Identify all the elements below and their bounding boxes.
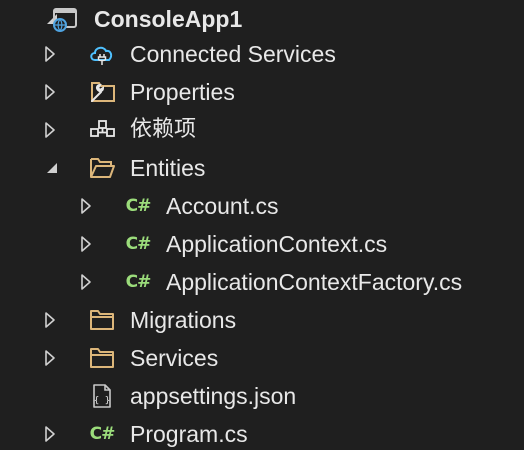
expand-arrow-icon[interactable]	[40, 82, 60, 102]
expand-arrow-icon[interactable]	[40, 310, 60, 330]
expand-arrow-icon[interactable]	[76, 196, 96, 216]
collapse-arrow-icon[interactable]	[42, 158, 62, 178]
svg-text:{ }: { }	[94, 396, 110, 406]
program-label: Program.cs	[130, 421, 248, 447]
csharp-file-icon: C#	[89, 424, 116, 444]
csharp-file-icon: C#	[125, 234, 152, 254]
tree-item-services[interactable]: Services	[0, 339, 524, 377]
json-file-icon: { }	[88, 383, 116, 409]
expand-arrow-icon[interactable]	[76, 234, 96, 254]
csharp-file-icon: C#	[125, 272, 152, 292]
tree-item-program-cs[interactable]: C# Program.cs	[0, 415, 524, 450]
solution-explorer-tree: ConsoleApp1 Connected Services Propertie…	[0, 0, 524, 450]
project-name: ConsoleApp1	[94, 6, 243, 32]
expand-arrow-icon[interactable]	[40, 348, 60, 368]
connected-services-icon	[88, 41, 116, 67]
expand-arrow-icon[interactable]	[40, 120, 60, 140]
folder-open-icon	[88, 155, 116, 181]
appsettings-label: appsettings.json	[130, 383, 297, 409]
csharp-file-icon: C#	[125, 196, 152, 216]
migrations-label: Migrations	[130, 307, 237, 333]
entities-label: Entities	[130, 155, 206, 181]
tree-item-applicationcontext-cs[interactable]: C# ApplicationContext.cs	[0, 225, 524, 263]
file-label: ApplicationContextFactory.cs	[166, 269, 463, 295]
tree-item-properties[interactable]: Properties	[0, 73, 524, 111]
expand-arrow-icon[interactable]	[40, 424, 60, 444]
tree-item-connected-services[interactable]: Connected Services	[0, 35, 524, 73]
tree-item-dependencies[interactable]: 依赖项	[0, 111, 524, 149]
services-label: Services	[130, 345, 219, 371]
properties-folder-icon	[88, 79, 116, 105]
dependencies-icon	[88, 117, 116, 143]
expand-arrow-icon[interactable]	[76, 272, 96, 292]
file-label: ApplicationContext.cs	[166, 231, 388, 257]
tree-item-applicationcontextfactory-cs[interactable]: C# ApplicationContextFactory.cs	[0, 263, 524, 301]
file-label: Account.cs	[166, 193, 279, 219]
tree-item-project[interactable]: ConsoleApp1	[0, 0, 524, 38]
tree-item-appsettings-json[interactable]: { } appsettings.json	[0, 377, 524, 415]
properties-label: Properties	[130, 79, 235, 105]
tree-item-migrations[interactable]: Migrations	[0, 301, 524, 339]
folder-icon	[88, 345, 116, 371]
tree-item-entities[interactable]: Entities	[0, 149, 524, 187]
connected-services-label: Connected Services	[130, 41, 336, 67]
csharp-project-icon	[52, 6, 80, 32]
tree-item-account-cs[interactable]: C# Account.cs	[0, 187, 524, 225]
dependencies-label: 依赖项	[130, 117, 197, 142]
folder-icon	[88, 307, 116, 333]
expand-arrow-icon[interactable]	[40, 44, 60, 64]
